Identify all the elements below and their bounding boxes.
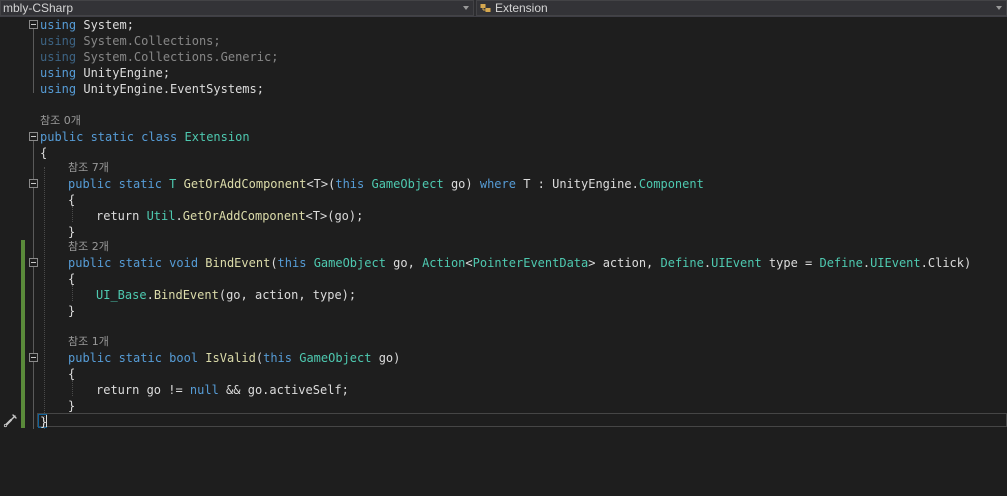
code-line[interactable]: } <box>68 398 75 414</box>
code-line[interactable]: public static T GetOrAddComponent<T>(thi… <box>68 176 704 192</box>
current-line-highlight <box>37 413 1007 427</box>
chevron-down-icon <box>463 6 469 10</box>
collapse-icon[interactable] <box>29 20 38 29</box>
text-cursor <box>46 415 47 427</box>
code-line[interactable]: { <box>68 192 75 208</box>
code-line[interactable]: public static bool IsValid(this GameObje… <box>68 350 400 366</box>
change-marker <box>21 240 25 428</box>
collapse-icon[interactable] <box>29 179 38 188</box>
code-line[interactable]: { <box>40 145 47 161</box>
code-line[interactable]: using System.Collections.Generic; <box>40 49 278 65</box>
quick-actions-screwdriver-icon[interactable] <box>2 412 18 428</box>
code-line[interactable]: UI_Base.BindEvent(go, action, type); <box>96 287 356 303</box>
indent-guide <box>72 380 73 396</box>
indent-guide <box>72 206 73 222</box>
chevron-down-icon <box>996 6 1002 10</box>
code-line[interactable]: public static void BindEvent(this GameOb… <box>68 255 971 271</box>
outline-line <box>33 29 34 93</box>
collapse-icon[interactable] <box>29 258 38 267</box>
project-dropdown-label: mbly-CSharp <box>3 1 74 15</box>
navigation-bar: mbly-CSharp Extension <box>0 0 1007 17</box>
code-line[interactable]: public static class Extension <box>40 129 250 145</box>
indent-guide <box>44 167 45 429</box>
code-line[interactable]: { <box>68 271 75 287</box>
codelens-references[interactable]: 참조 2개 <box>68 239 109 255</box>
codelens-references[interactable]: 참조 0개 <box>40 113 81 129</box>
code-line[interactable]: { <box>68 366 75 382</box>
collapse-icon[interactable] <box>29 353 38 362</box>
code-line[interactable]: return Util.GetOrAddComponent<T>(go); <box>96 208 363 224</box>
project-dropdown[interactable]: mbly-CSharp <box>0 0 474 16</box>
code-line[interactable]: using System; <box>40 17 134 33</box>
collapse-icon[interactable] <box>29 132 38 141</box>
code-line[interactable]: } <box>68 224 75 240</box>
code-line[interactable]: return go != null && go.activeSelf; <box>96 382 349 398</box>
codelens-references[interactable]: 참조 1개 <box>68 334 109 350</box>
code-line[interactable]: } <box>68 303 75 319</box>
code-editor[interactable]: using System; using System.Collections; … <box>0 17 1007 496</box>
member-dropdown[interactable]: Extension <box>476 0 1007 16</box>
code-line[interactable]: using UnityEngine.EventSystems; <box>40 81 264 97</box>
code-line[interactable]: using System.Collections; <box>40 33 221 49</box>
code-line[interactable]: using UnityEngine; <box>40 65 170 81</box>
member-dropdown-label: Extension <box>495 1 548 15</box>
codelens-references[interactable]: 참조 7개 <box>68 160 109 176</box>
indent-guide <box>72 285 73 301</box>
class-icon <box>480 4 491 12</box>
